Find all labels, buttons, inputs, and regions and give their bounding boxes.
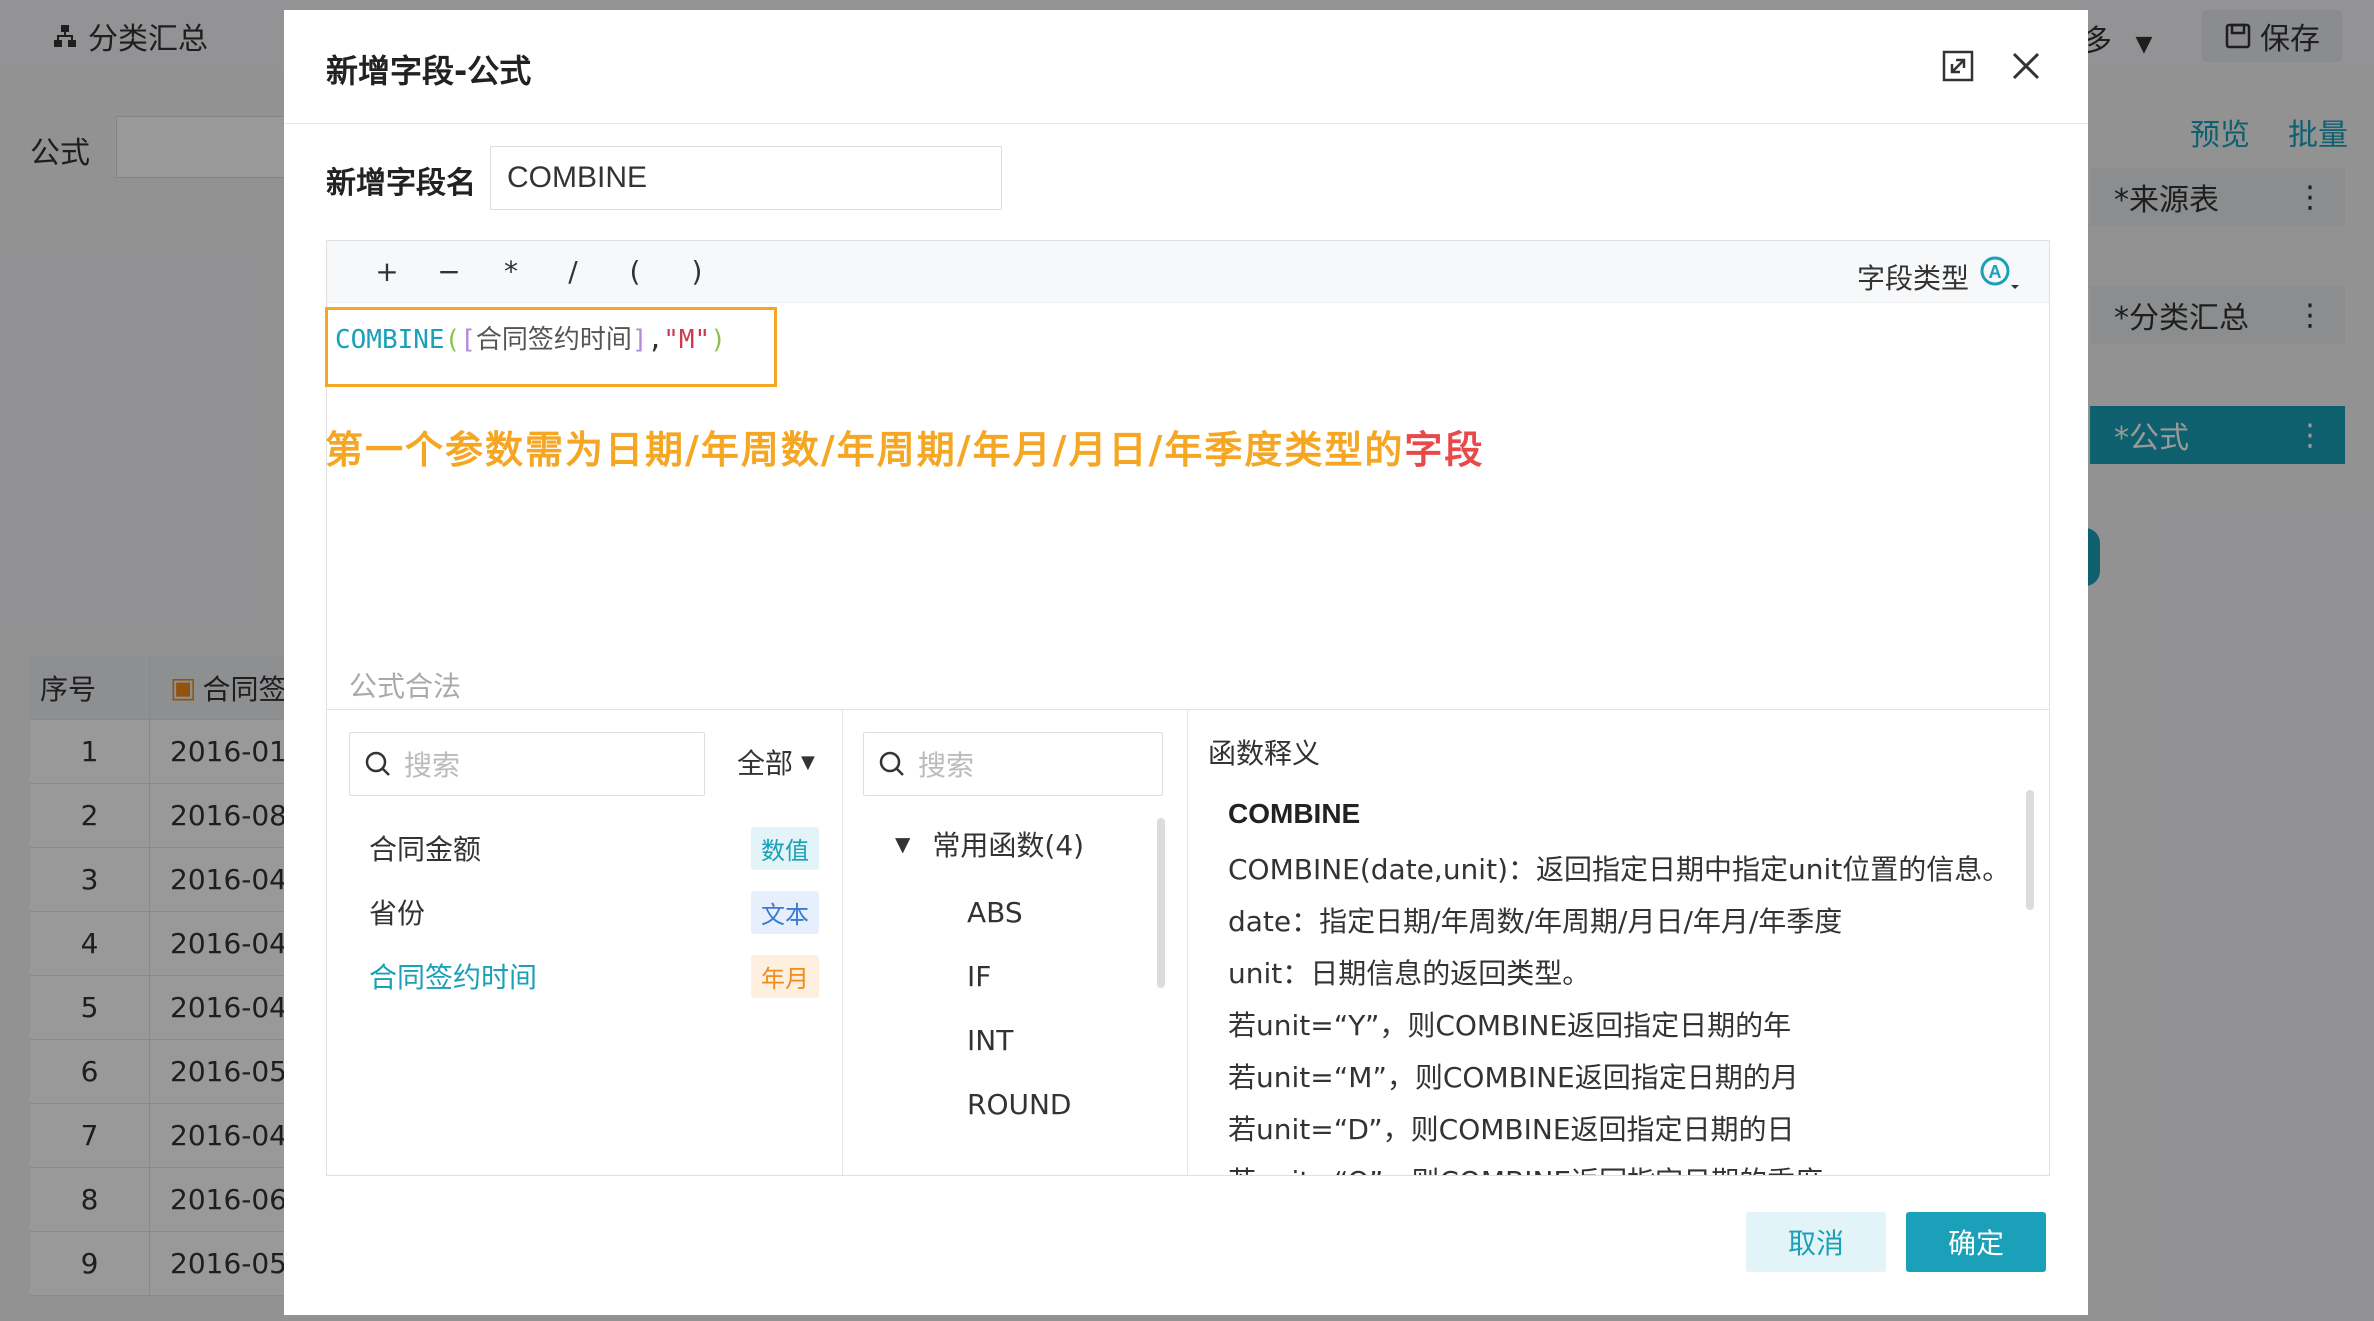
divide-button[interactable]: / — [553, 251, 593, 291]
field-type-label: 字段类型 — [1857, 262, 1970, 295]
search-placeholder: 搜索 — [918, 749, 975, 782]
confirm-button[interactable]: 确定 — [1906, 1212, 2046, 1272]
formula-paren: ) — [710, 325, 726, 355]
description-line: date：指定日期/年周数/年周期/月日/年月/年季度 — [1228, 905, 1843, 938]
search-icon — [879, 751, 904, 776]
formula-field: 合同签约时间 — [475, 325, 632, 355]
field-type-icon[interactable]: A — [1977, 253, 2021, 293]
search-icon — [365, 751, 390, 776]
dialog-title: 新增字段-公式 — [326, 52, 532, 90]
formula-text[interactable]: COMBINE([合同签约时间],"M") — [335, 319, 726, 356]
caret-down-icon: ▼ — [801, 751, 815, 773]
formula-paren: ( — [444, 325, 461, 355]
function-item-if[interactable]: IF — [967, 960, 991, 993]
field-type-tag: 年月 — [751, 954, 819, 998]
dialog-header: 新增字段-公式 — [284, 10, 2088, 124]
svg-text:A: A — [1989, 262, 2002, 282]
formula-comma: , — [647, 325, 664, 355]
field-name-input[interactable]: COMBINE — [490, 146, 1002, 210]
field-label: 省份 — [369, 897, 426, 930]
function-description-panel: 函数释义 COMBINE COMBINE(date,unit)：返回指定日期中指… — [1188, 710, 2051, 1175]
cancel-button[interactable]: 取消 — [1746, 1212, 1886, 1272]
description-line: COMBINE(date,unit)：返回指定日期中指定unit位置的信息。 — [1228, 853, 2011, 886]
description-line: 若unit=“D”，则COMBINE返回指定日期的日 — [1228, 1113, 1795, 1146]
bottom-panels: 搜索 全部 ▼ 合同金额 数值 省份 文本 合同签约时间 年月 搜索 ▼ 常用函… — [326, 710, 2050, 1176]
function-scrollbar[interactable] — [1157, 818, 1165, 988]
close-paren-button[interactable]: ) — [677, 251, 717, 291]
description-line: 若unit=“M”，则COMBINE返回指定日期的月 — [1228, 1061, 1799, 1094]
field-label: 合同金额 — [369, 833, 482, 866]
annotation-hint: 第一个参数需为日期/年周数/年周期/年月/月日/年季度类型的字段 — [325, 419, 1484, 474]
function-item-round[interactable]: ROUND — [967, 1088, 1072, 1121]
fields-panel: 搜索 全部 ▼ 合同金额 数值 省份 文本 合同签约时间 年月 — [327, 710, 843, 1175]
formula-editor[interactable]: + − * / ( ) 字段类型 A COMBINE([合同签约时间],"M")… — [325, 240, 2050, 710]
function-item-int[interactable]: INT — [967, 1024, 1013, 1057]
field-label: 合同签约时间 — [369, 961, 538, 994]
function-search-input[interactable]: 搜索 — [863, 732, 1163, 796]
group-label: 常用函数(4) — [932, 829, 1085, 862]
field-name-label: 新增字段名 — [326, 166, 476, 201]
field-item-province[interactable]: 省份 文本 — [369, 890, 819, 934]
formula-string: "M" — [663, 325, 711, 355]
field-type-filter[interactable]: 全部 ▼ — [737, 742, 815, 782]
formula-bracket: [ — [460, 325, 476, 355]
field-item-contract-date[interactable]: 合同签约时间 年月 — [369, 954, 819, 998]
hint-red: 字段 — [1404, 428, 1485, 472]
formula-bracket: ] — [631, 325, 648, 355]
hint-main: 第一个参数需为日期/年周数/年周期/年月/月日/年季度类型的 — [325, 428, 1405, 472]
formula-status: 公式合法 — [349, 670, 462, 703]
description-line: 若unit=“Q”，则COMBINE返回指定日期的季度 — [1228, 1160, 1823, 1175]
operator-toolbar: + − * / ( ) 字段类型 A — [327, 241, 2049, 303]
field-type-tag: 文本 — [751, 890, 819, 934]
search-placeholder: 搜索 — [404, 749, 461, 782]
field-type-tag: 数值 — [751, 826, 819, 870]
triangle-down-icon: ▼ — [895, 832, 911, 856]
functions-panel: 搜索 ▼ 常用函数(4) ABS IF INT ROUND — [843, 710, 1188, 1175]
description-line: unit：日期信息的返回类型。 — [1228, 957, 1591, 990]
new-field-dialog: 新增字段-公式 新增字段名 COMBINE + − * / ( ) 字段类型 A… — [284, 10, 2088, 1315]
plus-button[interactable]: + — [367, 251, 407, 291]
function-item-abs[interactable]: ABS — [967, 896, 1023, 929]
description-title: 函数释义 — [1208, 737, 1321, 770]
field-item-amount[interactable]: 合同金额 数值 — [369, 826, 819, 870]
field-search-input[interactable]: 搜索 — [349, 732, 705, 796]
formula-func: COMBINE — [335, 325, 445, 355]
function-group-common[interactable]: ▼ 常用函数(4) — [895, 824, 1084, 864]
filter-label: 全部 — [737, 747, 794, 780]
open-paren-button[interactable]: ( — [615, 251, 655, 291]
close-icon[interactable] — [2006, 46, 2046, 86]
function-name: COMBINE — [1228, 798, 1361, 829]
description-line: 若unit=“Y”，则COMBINE返回指定日期的年 — [1228, 1009, 1792, 1042]
description-scrollbar[interactable] — [2026, 790, 2034, 910]
expand-icon[interactable] — [1940, 48, 1976, 84]
multiply-button[interactable]: * — [491, 251, 531, 291]
minus-button[interactable]: − — [429, 251, 469, 291]
